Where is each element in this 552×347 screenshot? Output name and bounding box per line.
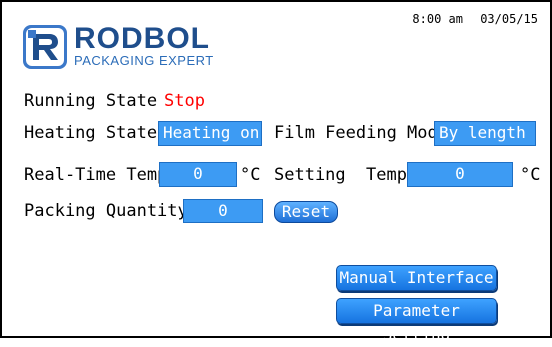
heating-state-value: Heating on [158, 121, 262, 146]
setting-temp-value[interactable]: 0 [407, 162, 513, 187]
film-feeding-mode-value[interactable]: By length [434, 121, 536, 146]
real-time-temp-label: Real-Time Temp [24, 165, 168, 185]
clock: 8:00 am 03/05/15 [402, 12, 538, 26]
packing-quantity-label: Packing Quantity [24, 201, 188, 221]
setting-temp-unit: °C [520, 165, 541, 185]
rodbol-logo-icon [23, 25, 67, 69]
running-state-value: Stop [164, 91, 205, 111]
real-time-temp-unit: °C [240, 165, 261, 185]
date-display: 03/05/15 [480, 12, 538, 26]
brand-logo: RODBOL PACKAGING EXPERT [22, 24, 214, 70]
hmi-screen: 8:00 am 03/05/15 RODBOL PACKAGING EXPERT… [0, 0, 552, 344]
packing-quantity-value: 0 [183, 199, 263, 223]
running-state-label: Running State [24, 91, 158, 111]
real-time-temp-value: 0 [159, 162, 237, 187]
heating-state-label: Heating State [24, 123, 158, 143]
brand-name: RODBOL [74, 22, 210, 55]
reset-button[interactable]: Reset [274, 201, 338, 223]
manual-interface-button[interactable]: Manual Interface [336, 265, 497, 291]
time-display: 8:00 am [412, 12, 463, 26]
parameter-setting-button[interactable]: Parameter Setting [336, 298, 497, 344]
film-feeding-mode-label: Film Feeding Mode [274, 123, 448, 143]
setting-temp-label-b: Temp [366, 165, 407, 185]
brand-tagline: PACKAGING EXPERT [74, 53, 214, 68]
setting-temp-label-a: Setting [274, 165, 346, 185]
